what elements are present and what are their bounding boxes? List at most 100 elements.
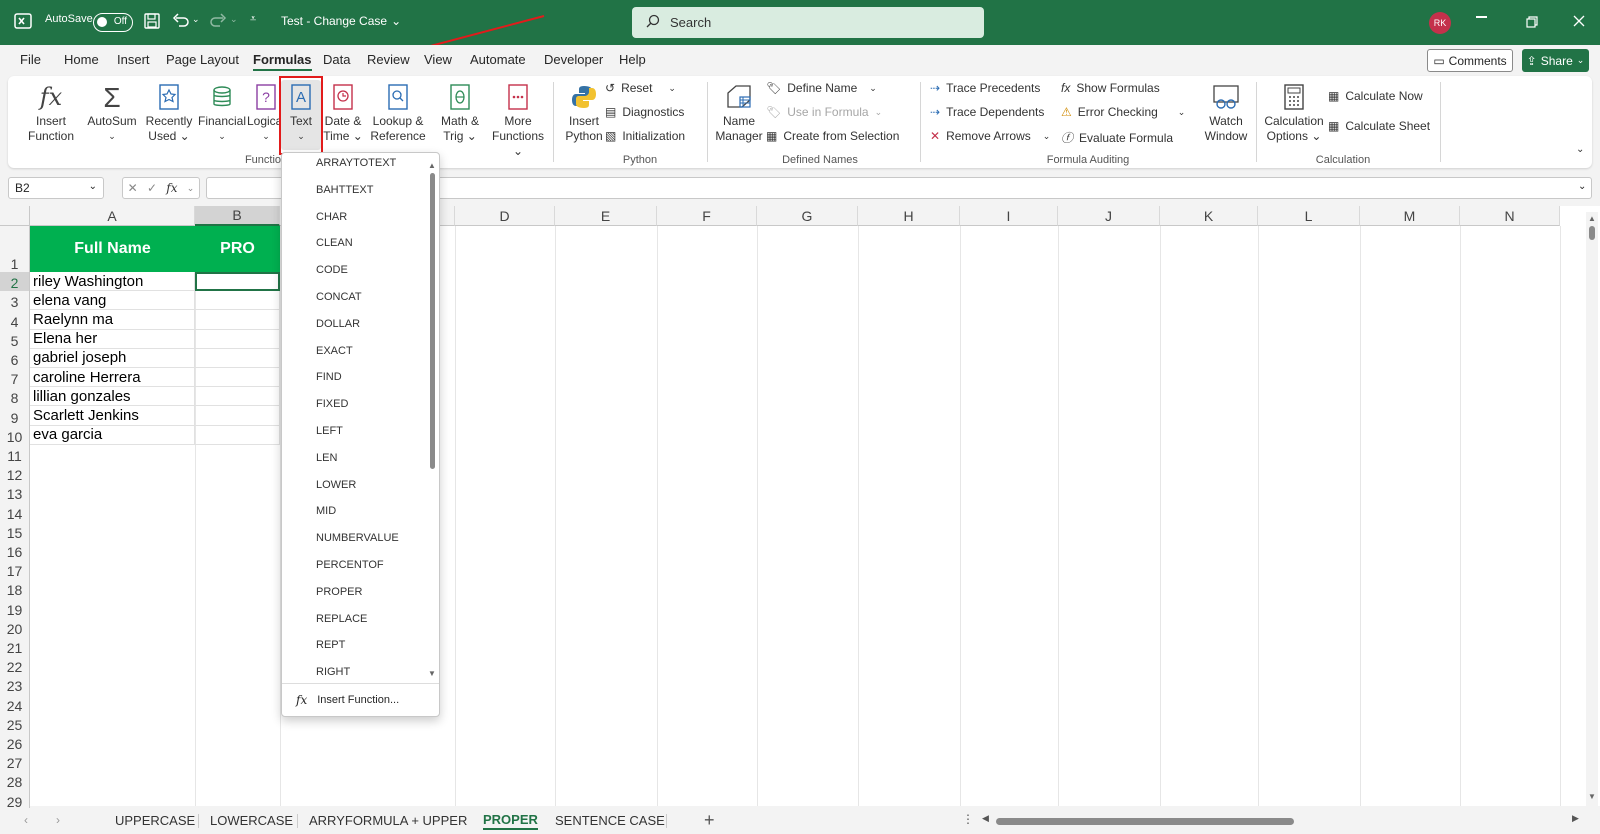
menu-help[interactable]: Help bbox=[619, 52, 646, 67]
column-header-e[interactable]: E bbox=[555, 206, 657, 226]
next-sheet-icon[interactable]: › bbox=[56, 813, 60, 827]
row-header-28[interactable]: 28 bbox=[0, 771, 30, 791]
function-item-replace[interactable]: REPLACE bbox=[316, 613, 367, 625]
function-item-dollar[interactable]: DOLLAR bbox=[316, 318, 360, 330]
menu-insert[interactable]: Insert bbox=[117, 52, 150, 67]
row-header-4[interactable]: 4 bbox=[0, 310, 30, 330]
trace-dependents-button[interactable]: ⇢ Trace Dependents bbox=[930, 105, 1044, 119]
menu-developer[interactable]: Developer bbox=[544, 52, 603, 67]
row-header-22[interactable]: 22 bbox=[0, 656, 30, 676]
column-header-f[interactable]: F bbox=[657, 206, 757, 226]
menu-view[interactable]: View bbox=[424, 52, 452, 67]
row-header-9[interactable]: 9 bbox=[0, 406, 30, 426]
column-header-b[interactable]: B bbox=[195, 206, 280, 226]
sheet-tab-lowercase[interactable]: LOWERCASE bbox=[210, 813, 293, 828]
row-header-14[interactable]: 14 bbox=[0, 502, 30, 522]
create-from-selection-button[interactable]: ▦ Create from Selection bbox=[766, 129, 899, 143]
function-item-code[interactable]: CODE bbox=[316, 264, 348, 276]
enter-icon[interactable]: ✓ bbox=[147, 181, 157, 195]
header-cell-proper[interactable]: PRO bbox=[195, 226, 280, 272]
insert-function-menu-item[interactable]: fx Insert Function... bbox=[282, 683, 439, 716]
scrollbar-thumb[interactable] bbox=[1589, 226, 1595, 240]
row-header-17[interactable]: 17 bbox=[0, 560, 30, 580]
function-item-bahttext[interactable]: BAHTTEXT bbox=[316, 184, 373, 196]
column-header-l[interactable]: L bbox=[1258, 206, 1360, 226]
use-in-formula-button[interactable]: 🏷 Use in Formula ⌄ bbox=[766, 105, 882, 119]
name-cell[interactable]: Scarlett Jenkins bbox=[30, 406, 195, 426]
prev-sheet-icon[interactable]: ‹ bbox=[24, 813, 28, 827]
name-cell[interactable]: lillian gonzales bbox=[30, 387, 195, 407]
diagnostics-button[interactable]: ▤ Diagnostics bbox=[605, 105, 684, 119]
cancel-icon[interactable]: ✕ bbox=[128, 181, 138, 195]
comments-button[interactable]: ▭ Comments bbox=[1427, 49, 1513, 72]
scroll-up-icon[interactable]: ▲ bbox=[1588, 214, 1596, 223]
row-header-13[interactable]: 13 bbox=[0, 483, 30, 503]
sheet-tab-uppercase[interactable]: UPPERCASE bbox=[115, 813, 195, 828]
row-header-15[interactable]: 15 bbox=[0, 521, 30, 541]
proper-cell[interactable] bbox=[195, 368, 280, 388]
function-item-right[interactable]: RIGHT bbox=[316, 666, 350, 678]
column-header-k[interactable]: K bbox=[1160, 206, 1258, 226]
date-time-button[interactable]: Date & Time ⌄ bbox=[321, 80, 365, 144]
name-cell[interactable]: eva garcia bbox=[30, 425, 195, 445]
row-header-8[interactable]: 8 bbox=[0, 387, 30, 407]
row-header-29[interactable]: 29 bbox=[0, 790, 30, 810]
header-cell-full-name[interactable]: Full Name bbox=[30, 226, 195, 272]
remove-arrows-button[interactable]: ✕ Remove Arrows ⌄ bbox=[930, 129, 1050, 143]
menu-review[interactable]: Review bbox=[367, 52, 410, 67]
reset-button[interactable]: ↺ Reset ⌄ bbox=[605, 81, 676, 95]
row-header-26[interactable]: 26 bbox=[0, 732, 30, 752]
column-header-n[interactable]: N bbox=[1460, 206, 1560, 226]
menu-automate[interactable]: Automate bbox=[470, 52, 526, 67]
proper-cell[interactable] bbox=[195, 406, 280, 426]
function-item-len[interactable]: LEN bbox=[316, 452, 337, 464]
column-header-d[interactable]: D bbox=[455, 206, 555, 226]
scroll-down-icon[interactable]: ▼ bbox=[1588, 792, 1596, 801]
scrollbar-thumb[interactable] bbox=[430, 173, 435, 469]
initialization-button[interactable]: ▧ Initialization bbox=[605, 129, 685, 143]
row-header-6[interactable]: 6 bbox=[0, 348, 30, 368]
error-checking-button[interactable]: ⚠ Error Checking ⌄ bbox=[1061, 105, 1185, 119]
name-cell[interactable]: riley Washington bbox=[30, 272, 195, 292]
lookup-reference-button[interactable]: Lookup & Reference ⌄ bbox=[366, 80, 430, 159]
scroll-up-icon[interactable]: ▲ bbox=[428, 161, 436, 170]
column-header-j[interactable]: J bbox=[1058, 206, 1160, 226]
sheet-tab-sentence-case[interactable]: SENTENCE CASE bbox=[555, 813, 665, 828]
autosave-toggle[interactable]: Off bbox=[85, 13, 133, 32]
row-header-23[interactable]: 23 bbox=[0, 675, 30, 695]
minimize-icon[interactable] bbox=[1476, 16, 1487, 18]
name-cell[interactable]: Raelynn ma bbox=[30, 310, 195, 330]
menu-home[interactable]: Home bbox=[64, 52, 99, 67]
proper-cell[interactable] bbox=[195, 387, 280, 407]
scroll-left-icon[interactable]: ◀ bbox=[982, 813, 989, 824]
column-header-g[interactable]: G bbox=[757, 206, 858, 226]
name-cell[interactable]: Elena her bbox=[30, 329, 195, 349]
function-item-clean[interactable]: CLEAN bbox=[316, 237, 353, 249]
add-sheet-icon[interactable]: + bbox=[704, 810, 715, 831]
redo-icon[interactable] bbox=[209, 12, 227, 28]
evaluate-formula-button[interactable]: ⓕ Evaluate Formula bbox=[1061, 129, 1173, 146]
insert-function-button[interactable]: fx Insert Function bbox=[22, 80, 80, 144]
function-item-left[interactable]: LEFT bbox=[316, 425, 343, 437]
row-header-16[interactable]: 16 bbox=[0, 540, 30, 560]
row-header-24[interactable]: 24 bbox=[0, 694, 30, 714]
function-item-percentof[interactable]: PERCENTOF bbox=[316, 559, 384, 571]
row-header-5[interactable]: 5 bbox=[0, 329, 30, 349]
row-header-2[interactable]: 2 bbox=[0, 272, 30, 292]
active-cell-b2[interactable] bbox=[195, 272, 280, 292]
proper-cell[interactable] bbox=[195, 425, 280, 445]
function-item-mid[interactable]: MID bbox=[316, 505, 336, 517]
function-item-char[interactable]: CHAR bbox=[316, 211, 347, 223]
scroll-right-icon[interactable]: ▶ bbox=[1572, 813, 1579, 824]
row-header-19[interactable]: 19 bbox=[0, 598, 30, 618]
insert-python-button[interactable]: Insert Python bbox=[560, 80, 608, 144]
row-header-11[interactable]: 11 bbox=[0, 444, 30, 464]
undo-dropdown-icon[interactable]: ⌄ bbox=[192, 14, 200, 25]
scroll-down-icon[interactable]: ▼ bbox=[428, 669, 436, 678]
proper-cell[interactable] bbox=[195, 348, 280, 368]
row-header-27[interactable]: 27 bbox=[0, 752, 30, 772]
function-item-find[interactable]: FIND bbox=[316, 371, 342, 383]
row-header-12[interactable]: 12 bbox=[0, 464, 30, 484]
save-icon[interactable] bbox=[144, 13, 160, 29]
column-header-a[interactable]: A bbox=[30, 206, 195, 226]
